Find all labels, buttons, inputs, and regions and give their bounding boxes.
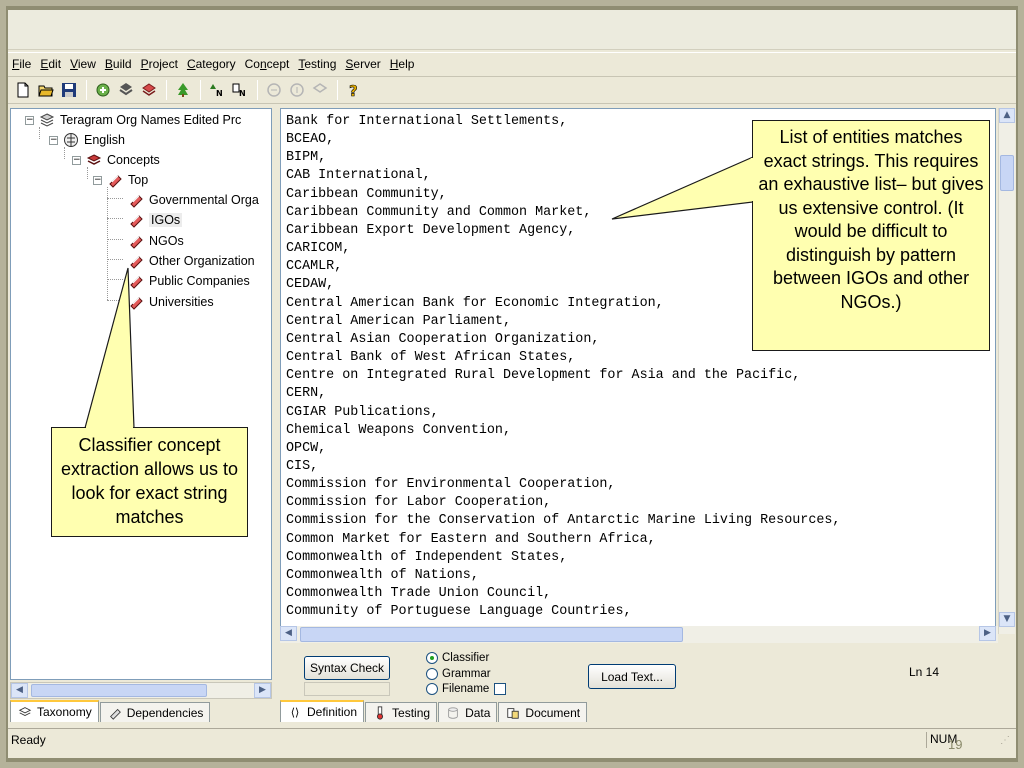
callout-pointer-seams	[86, 158, 754, 429]
